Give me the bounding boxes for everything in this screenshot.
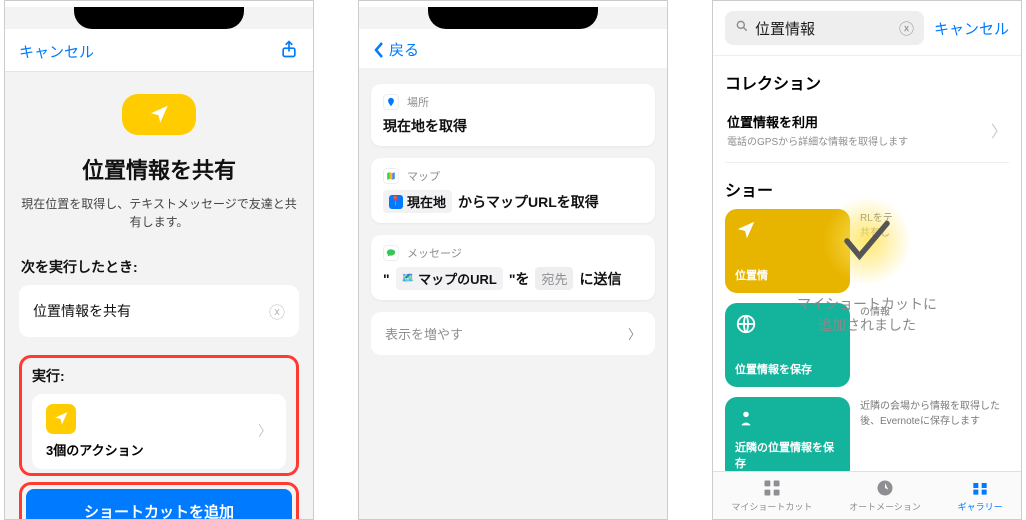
- action-body: 現在地を取得: [383, 116, 643, 136]
- notch: [428, 7, 597, 29]
- search-input[interactable]: 位置情報 ⓧ: [725, 11, 924, 45]
- variable-pill-current-location[interactable]: 📍現在地: [383, 190, 452, 213]
- message-icon: [383, 245, 399, 261]
- action-group-label: メッセージ: [407, 245, 462, 261]
- location-pin-icon: [383, 94, 399, 110]
- tile-side-text: 近隣の会場から情報を取得した後、Evernoteに保存します: [860, 397, 1009, 471]
- add-shortcut-button[interactable]: ショートカットを追加: [26, 489, 292, 519]
- screen-shortcut-detail: キャンセル 位置情報を共有 現在位置を取得し、テキストメッセージで友達と共有しま…: [4, 0, 314, 520]
- add-button-highlight: ショートカットを追加: [19, 482, 299, 519]
- action-group-label: マップ: [407, 168, 440, 184]
- do-card[interactable]: 3個のアクション 〉: [32, 394, 286, 469]
- screen-actions-list: 戻る 場所 現在地を取得 マップ 📍現在地: [358, 0, 668, 520]
- tile-share-location[interactable]: 位置情: [725, 209, 850, 293]
- do-shortcut-icon: [46, 404, 76, 434]
- shortcuts-heading: ショー: [725, 177, 1009, 201]
- back-button[interactable]: 戻る: [373, 39, 419, 60]
- when-label: 次を実行したとき:: [21, 257, 138, 277]
- shortcut-description: 現在位置を取得し、テキストメッセージで友達と共有します。: [19, 195, 299, 231]
- search-icon: [735, 19, 749, 38]
- chevron-right-icon: 〉: [991, 118, 1007, 142]
- action-card-maps[interactable]: マップ 📍現在地 からマップURLを取得: [371, 158, 655, 223]
- tile-nearby-location[interactable]: 近隣の位置情報を保存: [725, 397, 850, 471]
- chevron-right-icon: 〉: [628, 324, 641, 343]
- when-value: 位置情報を共有: [33, 301, 131, 321]
- shortcut-title: 位置情報を共有: [82, 153, 236, 185]
- cancel-button[interactable]: キャンセル: [934, 18, 1009, 39]
- variable-pill-map-url[interactable]: 🗺️マップのURL: [396, 267, 503, 290]
- maps-icon: [383, 168, 399, 184]
- tab-automation[interactable]: オートメーション: [849, 478, 921, 513]
- chevron-right-icon: 〉: [258, 421, 272, 441]
- shortcut-icon: [122, 94, 196, 135]
- tile-save-location[interactable]: 位置情報を保存: [725, 303, 850, 387]
- screen-gallery: 位置情報 ⓧ キャンセル コレクション 位置情報を利用 電話のGPSから詳細な情…: [712, 0, 1022, 520]
- action-group-label: 場所: [407, 94, 429, 110]
- tab-my-shortcuts[interactable]: マイショートカット: [731, 478, 812, 513]
- action-card-message[interactable]: メッセージ " 🗺️マップのURL "を 宛先 に送信: [371, 235, 655, 300]
- show-more-button[interactable]: 表示を増やす 〉: [371, 312, 655, 355]
- recipient-placeholder[interactable]: 宛先: [535, 267, 573, 290]
- tile-side-text: の情報: [860, 303, 1009, 387]
- notch: [74, 7, 243, 29]
- action-card-location[interactable]: 場所 現在地を取得: [371, 84, 655, 146]
- cancel-button[interactable]: キャンセル: [19, 41, 94, 62]
- tab-gallery[interactable]: ギャラリー: [958, 478, 1003, 513]
- search-value: 位置情報: [755, 18, 893, 39]
- collection-heading: コレクション: [725, 70, 1009, 94]
- clear-icon[interactable]: ⓧ: [269, 299, 285, 323]
- clear-search-icon[interactable]: ⓧ: [899, 18, 914, 39]
- collection-row-use-location[interactable]: 位置情報を利用 電話のGPSから詳細な情報を取得します 〉: [725, 104, 1009, 163]
- tab-bar: マイショートカット オートメーション ギャラリー: [713, 471, 1021, 519]
- tile-side-text: RLをテ 共有し: [860, 209, 1009, 293]
- do-label: 実行:: [32, 366, 286, 386]
- do-section-highlight: 実行: 3個のアクション 〉: [19, 355, 299, 476]
- do-count: 3個のアクション: [46, 440, 144, 459]
- share-icon[interactable]: [279, 39, 299, 63]
- when-card[interactable]: 位置情報を共有 ⓧ: [19, 285, 299, 337]
